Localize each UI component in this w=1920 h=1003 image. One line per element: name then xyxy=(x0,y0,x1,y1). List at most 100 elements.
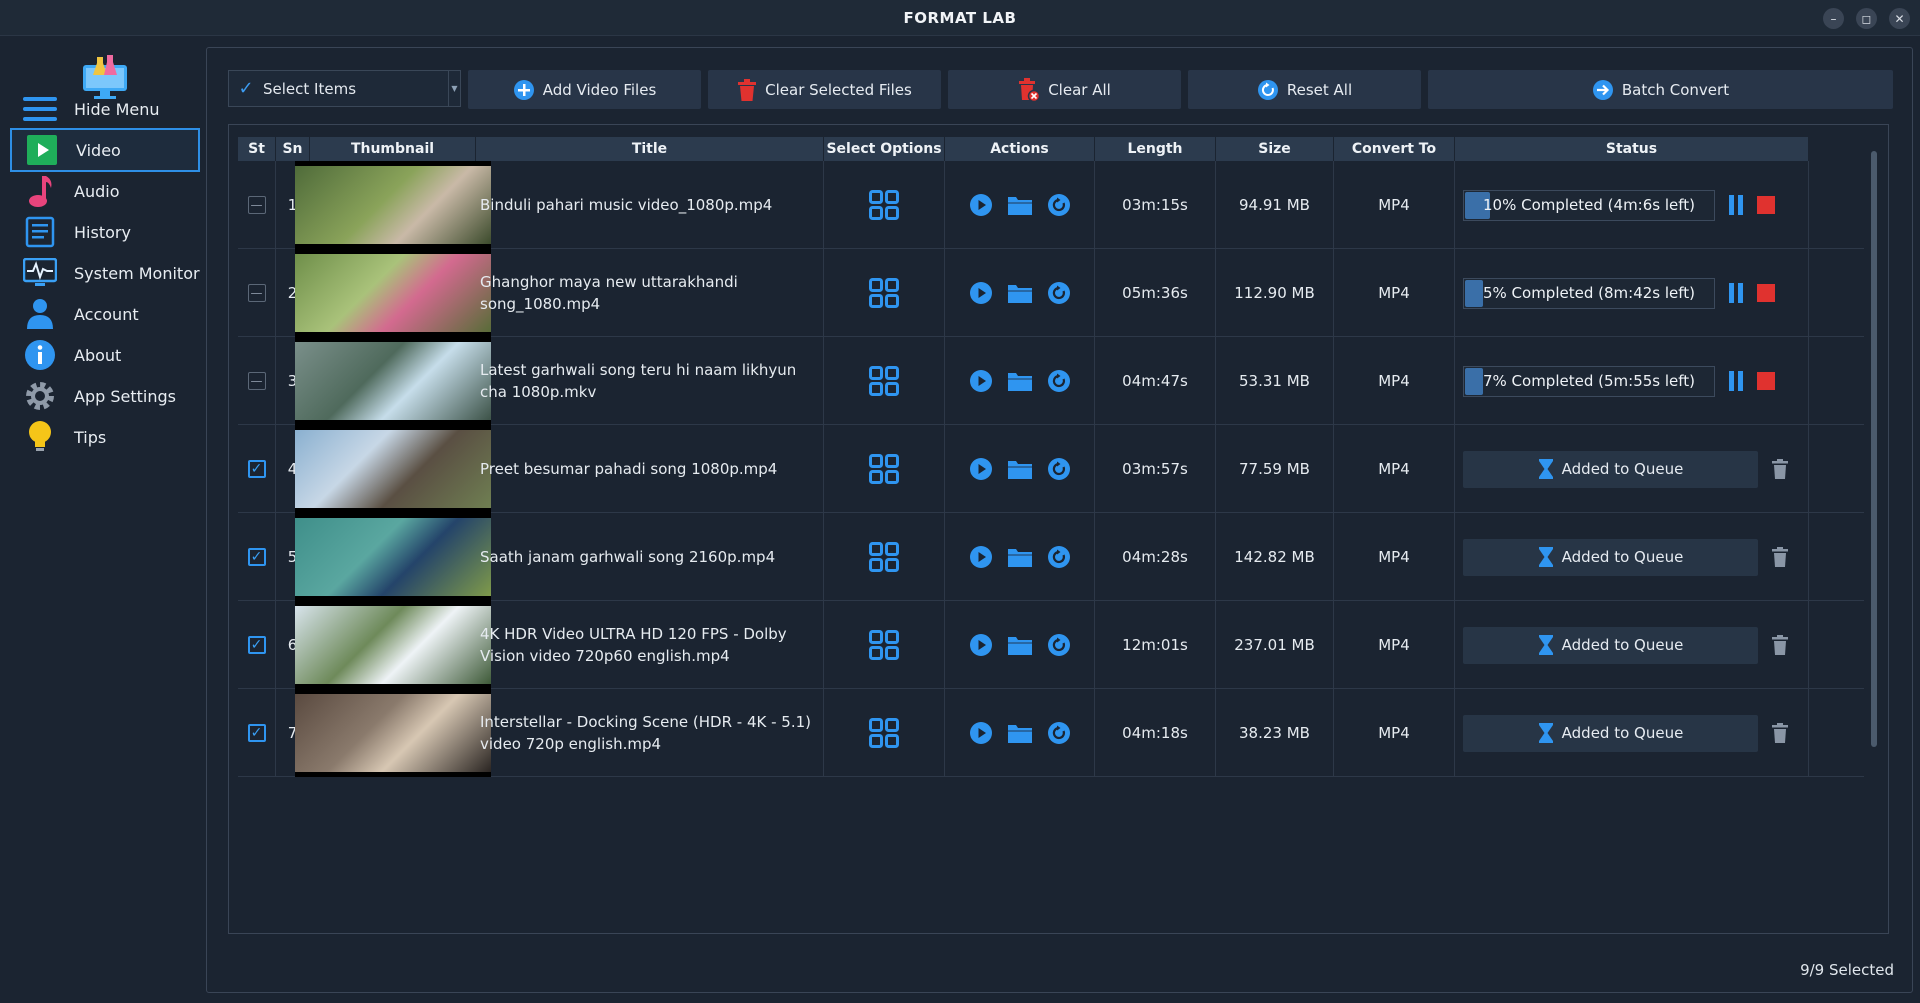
convert-icon[interactable] xyxy=(1047,281,1071,305)
row-checkbox[interactable]: ✓ xyxy=(247,460,266,478)
row-checkbox[interactable]: — xyxy=(247,196,266,214)
add-video-files-button[interactable]: Add Video Files xyxy=(468,70,701,109)
sidebar-item-video[interactable]: Video xyxy=(10,128,200,172)
added-to-queue-button[interactable]: Added to Queue xyxy=(1463,538,1758,576)
convert-icon[interactable] xyxy=(1047,721,1071,745)
grid-options-icon[interactable] xyxy=(869,278,899,308)
sidebar-item-app-settings[interactable]: App Settings xyxy=(10,374,200,418)
grid-options-icon[interactable] xyxy=(869,366,899,396)
convert-to-format[interactable]: MP4 xyxy=(1334,689,1455,777)
column-header[interactable]: Actions xyxy=(945,137,1095,161)
column-header[interactable]: Size xyxy=(1216,137,1334,161)
convert-icon[interactable] xyxy=(1047,193,1071,217)
grid-options-icon[interactable] xyxy=(869,454,899,484)
folder-icon[interactable] xyxy=(1007,282,1033,304)
pause-icon[interactable] xyxy=(1729,195,1743,215)
pause-icon[interactable] xyxy=(1729,371,1743,391)
stop-icon[interactable] xyxy=(1757,196,1775,214)
grid-options-icon[interactable] xyxy=(869,190,899,220)
scrollbar-thumb[interactable] xyxy=(1871,151,1877,747)
convert-icon[interactable] xyxy=(1047,545,1071,569)
added-to-queue-button[interactable]: Added to Queue xyxy=(1463,714,1758,752)
batch-convert-button[interactable]: Batch Convert xyxy=(1428,70,1893,109)
folder-icon[interactable] xyxy=(1007,546,1033,568)
column-header[interactable]: Length xyxy=(1095,137,1216,161)
convert-to-format[interactable]: MP4 xyxy=(1334,337,1455,425)
convert-to-format[interactable]: MP4 xyxy=(1334,513,1455,601)
sidebar-item-history[interactable]: History xyxy=(10,210,200,254)
play-icon[interactable] xyxy=(969,721,993,745)
play-icon[interactable] xyxy=(969,457,993,481)
delete-icon[interactable] xyxy=(1772,459,1788,479)
row-checkbox[interactable]: ✓ xyxy=(247,548,266,566)
sidebar-item-hide-menu[interactable]: Hide Menu xyxy=(10,87,200,131)
video-thumbnail[interactable] xyxy=(294,337,491,425)
table-row[interactable]: ✓ 5 Saath janam garhwali song 2160p.mp4 … xyxy=(238,513,1864,601)
row-checkbox[interactable]: ✓ xyxy=(247,636,266,654)
video-thumbnail[interactable] xyxy=(294,249,491,337)
close-button[interactable]: ✕ xyxy=(1889,8,1910,29)
dropdown-arrow-icon[interactable]: ▼ xyxy=(448,71,460,106)
table-row[interactable]: ✓ 4 Preet besumar pahadi song 1080p.mp4 … xyxy=(238,425,1864,513)
folder-icon[interactable] xyxy=(1007,634,1033,656)
play-icon[interactable] xyxy=(969,281,993,305)
column-header[interactable]: Status xyxy=(1455,137,1809,161)
sidebar-item-system-monitor[interactable]: System Monitor xyxy=(10,251,200,295)
convert-to-format[interactable]: MP4 xyxy=(1334,249,1455,337)
reset-all-button[interactable]: Reset All xyxy=(1188,70,1421,109)
row-checkbox[interactable]: — xyxy=(247,284,266,302)
column-header[interactable]: Title xyxy=(476,137,824,161)
convert-to-format[interactable]: MP4 xyxy=(1334,161,1455,249)
convert-icon[interactable] xyxy=(1047,633,1071,657)
grid-options-icon[interactable] xyxy=(869,718,899,748)
video-thumbnail[interactable] xyxy=(294,161,491,249)
sidebar-item-audio[interactable]: Audio xyxy=(10,169,200,213)
clear-all-button[interactable]: Clear All xyxy=(948,70,1181,109)
table-row[interactable]: — 2 Ghanghor maya new uttarakhandi song_… xyxy=(238,249,1864,337)
convert-icon[interactable] xyxy=(1047,457,1071,481)
column-header[interactable]: Convert To xyxy=(1334,137,1455,161)
video-thumbnail[interactable] xyxy=(294,425,491,513)
convert-to-format[interactable]: MP4 xyxy=(1334,425,1455,513)
video-thumbnail[interactable] xyxy=(294,689,491,777)
minimize-button[interactable]: – xyxy=(1823,8,1844,29)
select-items-dropdown[interactable]: ✓ Select Items ▼ xyxy=(228,70,461,107)
grid-options-icon[interactable] xyxy=(869,542,899,572)
video-thumbnail[interactable] xyxy=(294,513,491,601)
table-row[interactable]: — 1 Binduli pahari music video_1080p.mp4… xyxy=(238,161,1864,249)
video-thumbnail[interactable] xyxy=(294,601,491,689)
play-icon[interactable] xyxy=(969,369,993,393)
delete-icon[interactable] xyxy=(1772,547,1788,567)
convert-icon[interactable] xyxy=(1047,369,1071,393)
pause-icon[interactable] xyxy=(1729,283,1743,303)
table-row[interactable]: — 3 Latest garhwali song teru hi naam li… xyxy=(238,337,1864,425)
column-header[interactable]: Thumbnail xyxy=(310,137,476,161)
vertical-scrollbar[interactable] xyxy=(1868,137,1880,925)
grid-options-icon[interactable] xyxy=(869,630,899,660)
play-icon[interactable] xyxy=(969,545,993,569)
stop-icon[interactable] xyxy=(1757,372,1775,390)
column-header[interactable]: Sn xyxy=(276,137,310,161)
table-row[interactable]: ✓ 6 4K HDR Video ULTRA HD 120 FPS - Dolb… xyxy=(238,601,1864,689)
column-header[interactable]: Select Options xyxy=(824,137,945,161)
play-icon[interactable] xyxy=(969,193,993,217)
row-checkbox[interactable]: ✓ xyxy=(247,724,266,742)
delete-icon[interactable] xyxy=(1772,723,1788,743)
folder-icon[interactable] xyxy=(1007,194,1033,216)
added-to-queue-button[interactable]: Added to Queue xyxy=(1463,626,1758,664)
column-header[interactable]: St xyxy=(238,137,276,161)
folder-icon[interactable] xyxy=(1007,458,1033,480)
play-icon[interactable] xyxy=(969,633,993,657)
sidebar-item-account[interactable]: Account xyxy=(10,292,200,336)
convert-to-format[interactable]: MP4 xyxy=(1334,601,1455,689)
clear-selected-files-button[interactable]: Clear Selected Files xyxy=(708,70,941,109)
table-row[interactable]: ✓ 7 Interstellar - Docking Scene (HDR - … xyxy=(238,689,1864,777)
row-checkbox[interactable]: — xyxy=(247,372,266,390)
sidebar-item-tips[interactable]: Tips xyxy=(10,415,200,459)
folder-icon[interactable] xyxy=(1007,722,1033,744)
delete-icon[interactable] xyxy=(1772,635,1788,655)
maximize-button[interactable]: ◻ xyxy=(1856,8,1877,29)
folder-icon[interactable] xyxy=(1007,370,1033,392)
added-to-queue-button[interactable]: Added to Queue xyxy=(1463,450,1758,488)
sidebar-item-about[interactable]: About xyxy=(10,333,200,377)
